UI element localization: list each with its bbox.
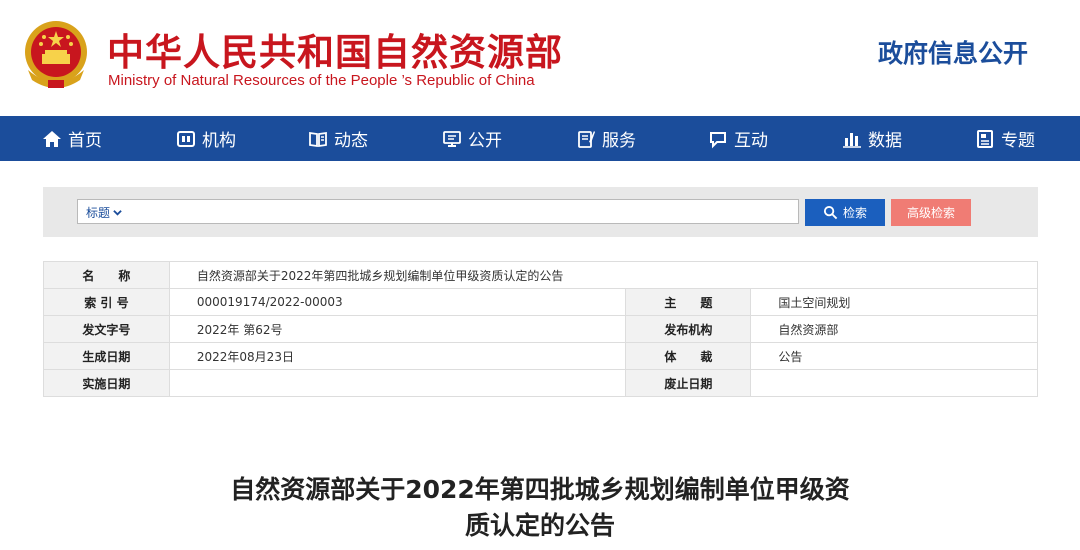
search-button[interactable]: 检索	[805, 199, 885, 226]
search-scope-label: 标题	[86, 206, 111, 220]
chat-icon	[710, 131, 726, 148]
genre-value: 公告	[750, 342, 1038, 370]
advanced-search-button[interactable]: 高级检索	[891, 199, 971, 226]
nav-item-org[interactable]: 机构	[176, 116, 236, 161]
search-field: 标题	[77, 199, 799, 224]
nav-item-label: 机构	[202, 131, 236, 151]
site-header: 中华人民共和国自然资源部 Ministry of Natural Resourc…	[0, 0, 1080, 116]
search-input[interactable]	[130, 202, 794, 223]
document-meta-table: 名 称 自然资源部关于2022年第四批城乡规划编制单位甲级资质认定的公告 索 引…	[43, 261, 1039, 397]
chevron-down-icon	[113, 210, 122, 216]
docno-label: 发文字号	[43, 315, 170, 343]
nav-item-label: 公开	[468, 131, 502, 151]
name-value: 自然资源部关于2022年第四批城乡规划编制单位甲级资质认定的公告	[168, 261, 1039, 289]
subject-value: 国土空间规划	[750, 288, 1038, 316]
table-row: 名 称 自然资源部关于2022年第四批城乡规划编制单位甲级资质认定的公告	[43, 261, 1039, 289]
table-row: 发文字号 2022年 第62号 发布机构 自然资源部	[43, 315, 1038, 343]
nav-item-label: 动态	[334, 131, 368, 151]
nav-item-home[interactable]: 首页	[42, 116, 102, 161]
issuer-label: 发布机构	[625, 315, 752, 343]
date-value: 2022年08月23日	[168, 342, 627, 370]
article-title-line-2: 质认定的公告	[464, 511, 615, 540]
docno-value: 2022年 第62号	[168, 315, 627, 343]
gov-info-open-link[interactable]: 政府信息公开	[878, 34, 1028, 70]
article-title-line-1: 自然资源部关于2022年第四批城乡规划编制单位甲级资	[230, 475, 850, 504]
nav-item-label: 数据	[868, 131, 902, 151]
nav-item-label: 首页	[68, 131, 102, 151]
nav-item-label: 服务	[602, 131, 636, 151]
name-label: 名 称	[43, 261, 170, 289]
news-icon	[309, 131, 327, 147]
table-row: 生成日期 2022年08月23日 体 裁 公告	[43, 342, 1038, 370]
home-icon	[43, 130, 61, 147]
expiry-value	[750, 369, 1038, 397]
nav-item-news[interactable]: 动态	[308, 116, 368, 161]
index-label: 索 引 号	[43, 288, 170, 316]
chart-icon	[843, 132, 861, 148]
advanced-search-label: 高级检索	[906, 206, 955, 220]
nav-item-label: 互动	[734, 131, 768, 151]
nav-item-service[interactable]: 服务	[576, 116, 636, 161]
national-emblem-icon[interactable]	[22, 20, 90, 90]
nav-item-open[interactable]: 公开	[442, 116, 502, 161]
effective-value	[168, 369, 627, 397]
nav-item-data[interactable]: 数据	[842, 116, 902, 161]
topic-icon	[977, 129, 993, 148]
effective-label: 实施日期	[43, 369, 170, 397]
issuer-value: 自然资源部	[750, 315, 1038, 343]
search-button-label: 检索	[842, 206, 867, 220]
nav-item-topic[interactable]: 专题	[975, 116, 1035, 161]
expiry-label: 废止日期	[625, 369, 752, 397]
site-name-cn[interactable]: 中华人民共和国自然资源部	[107, 22, 563, 76]
table-row: 实施日期 废止日期	[43, 369, 1038, 397]
search-icon	[823, 205, 838, 220]
search-scope-dropdown[interactable]: 标题	[86, 204, 122, 221]
table-row: 索 引 号 000019174/2022-00003 主 题 国土空间规划	[43, 288, 1038, 316]
site-name-en: Ministry of Natural Resources of the Peo…	[108, 72, 535, 89]
org-icon	[177, 130, 195, 147]
nav-item-interact[interactable]: 互动	[708, 116, 768, 161]
genre-label: 体 裁	[625, 342, 752, 370]
nav-item-label: 专题	[1001, 131, 1035, 151]
service-icon	[578, 130, 595, 148]
subject-label: 主 题	[625, 288, 752, 316]
open-icon	[443, 130, 461, 147]
index-value: 000019174/2022-00003	[168, 288, 627, 316]
date-label: 生成日期	[43, 342, 170, 370]
main-nav: 首页 机构 动态 公开 服务 互动 数据 专题	[0, 116, 1080, 161]
